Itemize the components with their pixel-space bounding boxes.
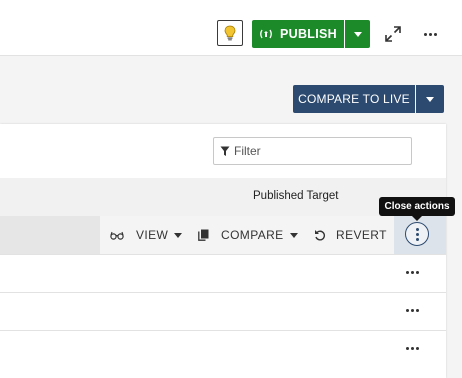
table-row bbox=[0, 330, 446, 369]
lightbulb-button[interactable] bbox=[217, 20, 243, 46]
table-row bbox=[0, 254, 446, 293]
filter-icon bbox=[220, 146, 230, 156]
copy-icon bbox=[198, 229, 209, 241]
top-toolbar: PUBLISH bbox=[0, 0, 462, 56]
content-panel: Filter Published Target VIEW COMPARE REV… bbox=[0, 124, 446, 378]
caret-down-icon bbox=[174, 232, 183, 238]
filter-field[interactable]: Filter bbox=[213, 137, 412, 165]
publish-options-button[interactable] bbox=[345, 20, 370, 48]
tooltip-arrow bbox=[412, 216, 422, 221]
filter-placeholder: Filter bbox=[234, 144, 261, 158]
row-more-button[interactable] bbox=[406, 309, 419, 312]
row-more-button[interactable] bbox=[406, 271, 419, 274]
expand-icon bbox=[385, 26, 401, 42]
table-row bbox=[0, 292, 446, 331]
table-header: Published Target VIEW COMPARE REVERT bbox=[0, 178, 446, 254]
ellipsis-icon bbox=[423, 32, 437, 36]
lightbulb-icon bbox=[224, 25, 236, 41]
compare-to-live-label: COMPARE TO LIVE bbox=[298, 92, 410, 106]
revert-button[interactable]: REVERT bbox=[314, 216, 387, 254]
undo-icon bbox=[315, 230, 326, 241]
selected-row-cell bbox=[0, 216, 100, 254]
compare-to-live-options-button[interactable] bbox=[416, 85, 444, 113]
glasses-icon bbox=[110, 231, 124, 240]
close-actions-tooltip: Close actions bbox=[379, 197, 455, 216]
row-actions-bar: VIEW COMPARE REVERT bbox=[100, 216, 446, 254]
caret-down-icon bbox=[426, 96, 434, 102]
fullscreen-button[interactable] bbox=[383, 24, 403, 44]
view-button[interactable]: VIEW bbox=[110, 216, 183, 254]
caret-down-icon bbox=[353, 31, 362, 37]
ellipsis-icon bbox=[406, 309, 419, 312]
tooltip-text: Close actions bbox=[384, 201, 450, 212]
vertical-ellipsis-icon bbox=[415, 227, 419, 241]
compare-button[interactable]: COMPARE bbox=[198, 216, 298, 254]
close-actions-button[interactable] bbox=[405, 222, 429, 246]
caret-down-icon bbox=[289, 232, 298, 238]
more-options-button[interactable] bbox=[419, 24, 441, 44]
publish-label: PUBLISH bbox=[280, 27, 337, 41]
revert-label: REVERT bbox=[336, 228, 387, 242]
row-more-button[interactable] bbox=[406, 347, 419, 350]
row-actions-toggle[interactable] bbox=[394, 216, 446, 254]
publish-button[interactable]: PUBLISH bbox=[252, 20, 344, 48]
compare-label: COMPARE bbox=[221, 228, 284, 242]
ellipsis-icon bbox=[406, 347, 419, 350]
broadcast-icon bbox=[260, 29, 272, 39]
column-header-published-target: Published Target bbox=[253, 190, 339, 202]
compare-to-live-button[interactable]: COMPARE TO LIVE bbox=[293, 85, 415, 113]
ellipsis-icon bbox=[406, 271, 419, 274]
view-label: VIEW bbox=[136, 228, 169, 242]
